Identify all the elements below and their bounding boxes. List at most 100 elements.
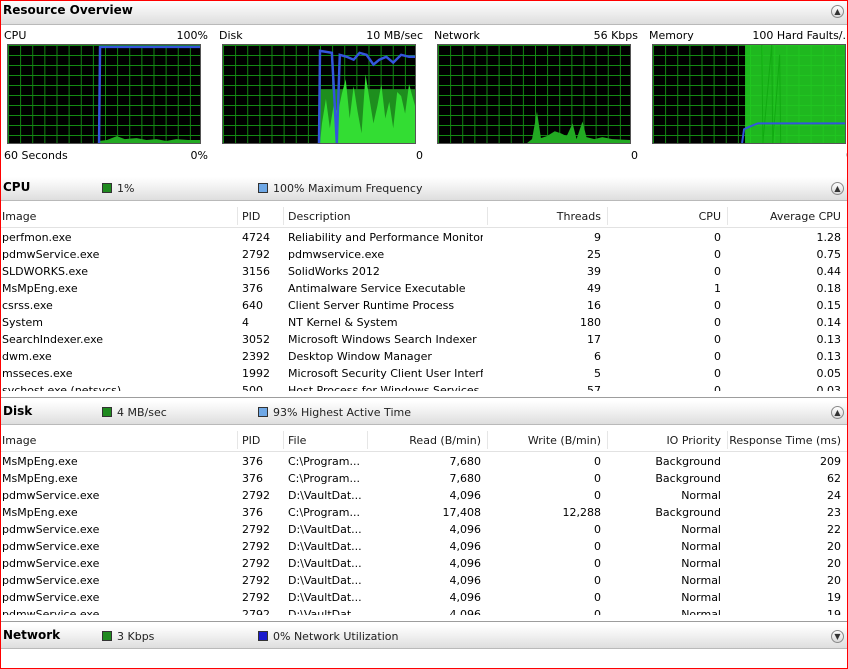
- col-pid[interactable]: PID: [242, 434, 260, 447]
- chevron-down-icon[interactable]: ▼: [831, 630, 844, 643]
- cell-pid: 376: [242, 472, 263, 485]
- disk-rate-swatch: [102, 407, 112, 417]
- col-description[interactable]: Description: [288, 210, 351, 223]
- table-row[interactable]: msseces.exe 1992 Microsoft Security Client…: [1, 365, 847, 382]
- cell-image: SLDWORKS.exe: [2, 265, 88, 278]
- chevron-up-icon[interactable]: ▲: [831, 5, 844, 18]
- col-read[interactable]: Read (B/min): [409, 434, 481, 447]
- table-row[interactable]: SearchIndexer.exe 3052 Microsoft Windows S…: [1, 331, 847, 348]
- cpu-usage-series: [99, 136, 200, 143]
- cell-response-time: 62: [827, 472, 841, 485]
- table-row[interactable]: pdmwService.exe 2792 D:\VaultDat... 4,096 0 N…: [1, 572, 847, 589]
- table-row[interactable]: MsMpEng.exe 376 C:\Program... 7,680 0 Backgro…: [1, 453, 847, 470]
- table-row[interactable]: svchost.exe (netsvcs) 500 Host Process for…: [1, 382, 847, 391]
- col-pid[interactable]: PID: [242, 210, 260, 223]
- cell-description: pdmwservice.exe: [288, 248, 385, 261]
- col-response-time[interactable]: Response Time (ms): [729, 434, 841, 447]
- cell-image: pdmwService.exe: [2, 523, 100, 536]
- table-row[interactable]: pdmwService.exe 2792 pdmwservice.exe 25 0 0.7…: [1, 246, 847, 263]
- cell-write: 0: [594, 557, 601, 570]
- cpu-usage-stat: 1%: [117, 182, 135, 195]
- cell-average-cpu: 0.44: [816, 265, 842, 278]
- cpu-frequency-swatch: [258, 183, 268, 193]
- cell-file: D:\VaultDat...: [288, 591, 362, 604]
- resource-overview-title: Resource Overview: [3, 3, 133, 17]
- cell-read: 4,096: [449, 591, 482, 604]
- graph-title: CPU: [4, 29, 27, 42]
- disk-rate-stat: 4 MB/sec: [117, 406, 167, 419]
- network-section-header[interactable]: Network 3 Kbps 0% Network Utilization ▼: [1, 625, 847, 649]
- disk-table-body[interactable]: MsMpEng.exe 376 C:\Program... 7,680 0 Backgro…: [1, 453, 847, 615]
- cell-cpu: 0: [714, 248, 721, 261]
- cell-description: SolidWorks 2012: [288, 265, 380, 278]
- cell-write: 12,288: [562, 506, 602, 519]
- cell-threads: 49: [587, 282, 601, 295]
- cell-cpu: 0: [714, 231, 721, 244]
- cell-average-cpu: 0.05: [816, 367, 842, 380]
- cell-cpu: 0: [714, 316, 721, 329]
- col-write[interactable]: Write (B/min): [528, 434, 601, 447]
- cell-threads: 180: [580, 316, 601, 329]
- col-image[interactable]: Image: [2, 210, 36, 223]
- cell-pid: 640: [242, 299, 263, 312]
- cell-file: D:\VaultDat...: [288, 489, 362, 502]
- table-row[interactable]: MsMpEng.exe 376 C:\Program... 7,680 0 Backgro…: [1, 470, 847, 487]
- table-row[interactable]: MsMpEng.exe 376 Antimalware Service Execut…: [1, 280, 847, 297]
- table-row[interactable]: MsMpEng.exe 376 C:\Program... 17,408 12,288 B…: [1, 504, 847, 521]
- table-row[interactable]: pdmwService.exe 2792 D:\VaultDat... 4,096 0 N…: [1, 589, 847, 606]
- cpu-frequency-series: [97, 45, 200, 143]
- col-image[interactable]: Image: [2, 434, 36, 447]
- cpu-table-header: Image PID Description Threads CPU Averag…: [1, 205, 847, 228]
- resource-overview-header[interactable]: Resource Overview ▲: [1, 0, 847, 25]
- cell-response-time: 20: [827, 574, 841, 587]
- table-row[interactable]: System 4 NT Kernel & System 180 0 0.14: [1, 314, 847, 331]
- cell-pid: 2792: [242, 591, 270, 604]
- col-average-cpu[interactable]: Average CPU: [770, 210, 841, 223]
- col-threads[interactable]: Threads: [557, 210, 601, 223]
- col-io-priority[interactable]: IO Priority: [666, 434, 721, 447]
- cell-file: D:\VaultDat...: [288, 608, 362, 615]
- cpu-table-body[interactable]: perfmon.exe 4724 Reliability and Performan…: [1, 229, 847, 391]
- chevron-up-icon[interactable]: ▲: [831, 182, 844, 195]
- memory-graph-plot: [652, 44, 846, 144]
- table-row[interactable]: pdmwService.exe 2792 D:\VaultDat... 4,096 0 N…: [1, 487, 847, 504]
- cell-pid: 500: [242, 384, 263, 391]
- cell-pid: 2392: [242, 350, 270, 363]
- cell-io-priority: Normal: [681, 608, 721, 615]
- cpu-section-header[interactable]: CPU 1% 100% Maximum Frequency ▲: [1, 177, 847, 201]
- cell-image: csrss.exe: [2, 299, 53, 312]
- col-cpu[interactable]: CPU: [699, 210, 721, 223]
- cell-io-priority: Normal: [681, 540, 721, 553]
- chevron-up-icon[interactable]: ▲: [831, 406, 844, 419]
- cell-image: pdmwService.exe: [2, 591, 100, 604]
- cell-pid: 376: [242, 282, 263, 295]
- cell-file: C:\Program...: [288, 455, 360, 468]
- cell-average-cpu: 0.75: [816, 248, 842, 261]
- graph-max: 100 Hard Faults/...: [752, 29, 848, 42]
- col-file[interactable]: File: [288, 434, 306, 447]
- cell-image: msseces.exe: [2, 367, 73, 380]
- cell-read: 4,096: [449, 489, 482, 502]
- cell-response-time: 20: [827, 540, 841, 553]
- cell-write: 0: [594, 591, 601, 604]
- cell-pid: 1992: [242, 367, 270, 380]
- network-rate-stat: 3 Kbps: [117, 630, 155, 643]
- cell-response-time: 24: [827, 489, 841, 502]
- table-row[interactable]: perfmon.exe 4724 Reliability and Performan…: [1, 229, 847, 246]
- network-utilization-stat: 0% Network Utilization: [273, 630, 399, 643]
- cell-io-priority: Normal: [681, 557, 721, 570]
- cell-cpu: 0: [714, 265, 721, 278]
- disk-section-header[interactable]: Disk 4 MB/sec 93% Highest Active Time ▲: [1, 401, 847, 425]
- table-row[interactable]: pdmwService.exe 2792 D:\VaultDat... 4,096 0 N…: [1, 538, 847, 555]
- table-row[interactable]: pdmwService.exe 2792 D:\VaultDat... 4,096 0 N…: [1, 521, 847, 538]
- cell-io-priority: Background: [655, 455, 721, 468]
- cell-pid: 3156: [242, 265, 270, 278]
- table-row[interactable]: dwm.exe 2392 Desktop Window Manager 6 0 0.13: [1, 348, 847, 365]
- table-row[interactable]: pdmwService.exe 2792 D:\VaultDat... 4,096 0 N…: [1, 606, 847, 615]
- table-row[interactable]: pdmwService.exe 2792 D:\VaultDat... 4,096 0 N…: [1, 555, 847, 572]
- cell-pid: 3052: [242, 333, 270, 346]
- cell-io-priority: Normal: [681, 591, 721, 604]
- cell-io-priority: Normal: [681, 523, 721, 536]
- table-row[interactable]: SLDWORKS.exe 3156 SolidWorks 2012 39 0 0.44: [1, 263, 847, 280]
- table-row[interactable]: csrss.exe 640 Client Server Runtime Proces…: [1, 297, 847, 314]
